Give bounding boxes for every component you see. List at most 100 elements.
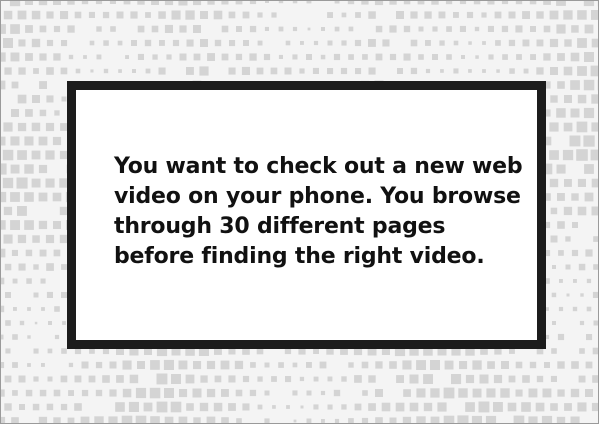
pattern-square <box>11 249 18 256</box>
pattern-square <box>117 40 123 46</box>
pattern-square <box>271 376 277 382</box>
pattern-square <box>481 12 487 18</box>
pattern-square <box>327 40 333 46</box>
pattern-square <box>235 1 243 5</box>
pattern-square <box>34 321 38 325</box>
pattern-square <box>18 375 26 383</box>
pattern-square <box>508 39 516 47</box>
pattern-square <box>515 389 523 397</box>
pattern-square <box>19 320 25 326</box>
pattern-square <box>549 38 559 48</box>
pattern-square <box>389 1 397 5</box>
pattern-square <box>172 39 180 47</box>
pattern-square <box>46 67 54 75</box>
pattern-square <box>334 418 340 423</box>
pattern-square <box>1 362 5 369</box>
pattern-square <box>459 1 467 5</box>
pattern-square <box>33 68 39 74</box>
pattern-square <box>502 54 508 60</box>
pattern-square <box>591 206 598 216</box>
slide-page: You want to check out a new web video on… <box>0 0 599 424</box>
pattern-square <box>61 40 68 47</box>
pattern-square <box>46 263 54 271</box>
pattern-square <box>306 54 312 60</box>
pattern-square <box>563 206 573 216</box>
pattern-square <box>565 236 571 242</box>
pattern-square <box>4 263 12 271</box>
pattern-square <box>144 39 152 47</box>
pattern-square <box>591 178 598 188</box>
pattern-square <box>423 402 433 412</box>
pattern-square <box>33 348 39 354</box>
pattern-square <box>564 179 572 187</box>
pattern-square <box>214 39 222 47</box>
pattern-square <box>557 389 565 397</box>
pattern-square <box>453 40 459 46</box>
pattern-square <box>471 415 482 423</box>
pattern-square <box>446 26 452 32</box>
pattern-square <box>109 389 117 397</box>
pattern-square <box>24 220 34 230</box>
pattern-square <box>132 69 136 73</box>
pattern-square <box>67 25 75 33</box>
pattern-square <box>4 375 12 383</box>
pattern-square <box>486 388 496 398</box>
pattern-square <box>355 12 361 18</box>
pattern-square <box>487 361 495 369</box>
pattern-square <box>156 373 168 385</box>
pattern-square <box>300 41 304 45</box>
pattern-square <box>551 348 557 354</box>
pattern-square <box>90 69 94 73</box>
pattern-square <box>1 416 6 423</box>
pattern-square <box>39 25 47 33</box>
pattern-square <box>375 361 383 369</box>
pattern-square <box>584 164 594 174</box>
pattern-square <box>89 40 95 46</box>
pattern-square <box>592 347 598 355</box>
pattern-square <box>45 178 55 188</box>
pattern-square <box>389 25 397 33</box>
pattern-square <box>285 376 292 383</box>
pattern-square <box>354 39 362 47</box>
pattern-square <box>272 405 276 409</box>
pattern-square <box>38 192 48 202</box>
pattern-square <box>95 1 103 5</box>
pattern-square <box>592 375 598 383</box>
pattern-square <box>292 1 298 4</box>
pattern-square <box>228 67 236 75</box>
pattern-square <box>221 389 229 397</box>
pattern-square <box>178 360 188 370</box>
pattern-square <box>39 109 47 117</box>
pattern-square <box>150 360 160 370</box>
pattern-square <box>45 150 55 160</box>
message-text: You want to check out a new web video on… <box>114 152 534 272</box>
pattern-square <box>103 68 109 74</box>
pattern-square <box>26 278 32 284</box>
pattern-square <box>53 25 61 33</box>
pattern-square <box>348 362 354 368</box>
pattern-square <box>200 39 208 47</box>
pattern-square <box>375 25 383 33</box>
pattern-square <box>571 249 579 257</box>
pattern-square <box>578 263 586 271</box>
pattern-square <box>515 25 523 33</box>
pattern-square <box>62 321 66 325</box>
pattern-square <box>292 26 298 32</box>
pattern-square <box>18 67 26 75</box>
pattern-square <box>109 1 116 4</box>
pattern-square <box>529 361 537 369</box>
pattern-square <box>389 53 397 61</box>
pattern-square <box>439 40 445 46</box>
pattern-square <box>229 40 236 47</box>
pattern-square <box>83 55 87 59</box>
pattern-square <box>10 52 20 62</box>
pattern-square <box>528 416 538 423</box>
pattern-square <box>591 402 598 412</box>
pattern-square <box>10 164 20 174</box>
pattern-square <box>270 67 278 75</box>
pattern-square <box>60 67 68 75</box>
pattern-square <box>241 66 250 75</box>
pattern-square <box>1 277 5 285</box>
pattern-square <box>493 374 503 384</box>
pattern-square <box>348 26 354 32</box>
